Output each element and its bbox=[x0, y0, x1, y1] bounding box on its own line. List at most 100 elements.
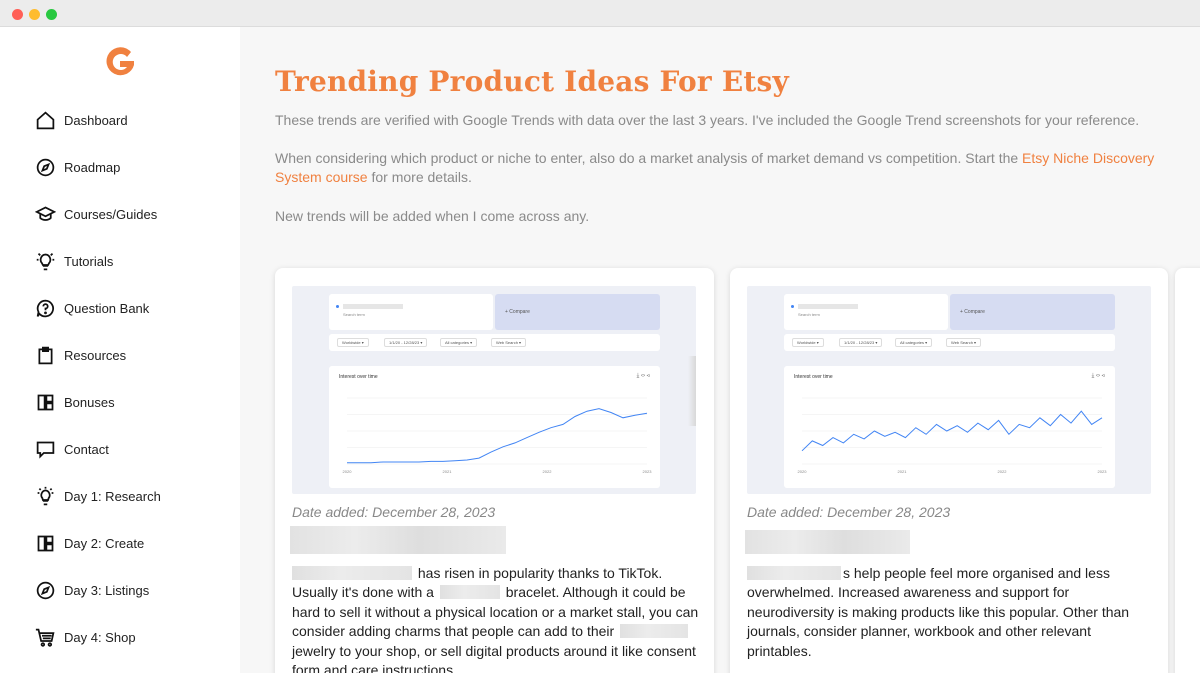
lightbulb-icon bbox=[34, 250, 56, 272]
sidebar-item-label: Day 1: Research bbox=[64, 488, 161, 504]
compass-icon bbox=[34, 579, 56, 601]
intro-paragraph: When considering which product or niche … bbox=[275, 149, 1175, 187]
window-titlebar bbox=[0, 0, 1200, 27]
intro-paragraph: These trends are verified with Google Tr… bbox=[275, 112, 1140, 128]
x-tick-label: 2021 bbox=[443, 469, 453, 474]
redacted-term bbox=[439, 585, 500, 600]
date-added: Date added: December 28, 2023 bbox=[292, 504, 496, 520]
x-tick-label: 2023 bbox=[1098, 469, 1108, 474]
sidebar-item-day-3-listings[interactable]: Day 3: Listings bbox=[34, 578, 224, 602]
trends-search-box: Search term bbox=[784, 294, 948, 330]
sidebar-item-question-bank[interactable]: Question Bank bbox=[34, 296, 224, 320]
x-tick-label: 2021 bbox=[898, 469, 908, 474]
sidebar-item-label: Contact bbox=[64, 441, 109, 457]
search-term-placeholder: Search term bbox=[798, 312, 820, 317]
trends-search-box: Search term bbox=[329, 294, 493, 330]
search-term-dot-icon bbox=[336, 305, 339, 308]
screenshot-edge bbox=[688, 356, 696, 426]
sidebar-item-contact[interactable]: Contact bbox=[34, 437, 224, 461]
interest-over-time-chart: Interest over time ⤓ ‹› ⋖ 2020 2021 2022 20… bbox=[784, 366, 1115, 488]
cart-icon bbox=[34, 626, 56, 648]
sidebar-item-courses-guides[interactable]: Courses/Guides bbox=[34, 202, 224, 226]
x-tick-label: 2023 bbox=[643, 469, 653, 474]
redacted-term bbox=[747, 566, 841, 580]
layout-icon bbox=[34, 532, 56, 554]
filter-chip: 1/1/20 - 12/28/23 ▾ bbox=[384, 338, 428, 347]
trend-line-chart: 2020 2021 2022 2023 bbox=[798, 397, 1108, 474]
compare-label: + Compare bbox=[505, 309, 530, 315]
trend-card: Search term + Compare Worldwide ▾ 1/1/20… bbox=[730, 268, 1168, 673]
redacted-product-title bbox=[745, 530, 910, 554]
maximize-window-button[interactable] bbox=[46, 9, 57, 20]
sidebar-item-day-2-create[interactable]: Day 2: Create bbox=[34, 531, 224, 555]
sidebar-item-label: Day 3: Listings bbox=[64, 582, 150, 598]
sidebar-item-label: Day 2: Create bbox=[64, 535, 145, 551]
g-logo-icon[interactable] bbox=[100, 43, 140, 83]
layout-icon bbox=[34, 391, 56, 413]
close-window-button[interactable] bbox=[12, 9, 23, 20]
filter-chip: Web Search ▾ bbox=[491, 338, 527, 347]
search-term-placeholder: Search term bbox=[343, 312, 365, 317]
card-description: s help people feel more organised and le… bbox=[747, 564, 1157, 661]
sidebar-item-roadmap[interactable]: Roadmap bbox=[34, 155, 224, 179]
x-tick-label: 2020 bbox=[798, 469, 808, 474]
sidebar-item-label: Day 4: Shop bbox=[64, 629, 136, 645]
graduation-cap-icon bbox=[34, 203, 56, 225]
sidebar-item-dashboard[interactable]: Dashboard bbox=[34, 108, 224, 132]
trends-filter-bar: Worldwide ▾ 1/1/20 - 12/28/23 ▾ All cate… bbox=[329, 334, 660, 351]
search-term-dot-icon bbox=[791, 305, 794, 308]
compare-label: + Compare bbox=[960, 309, 985, 315]
redacted-search-term bbox=[343, 304, 403, 309]
trend-line-chart: 2020 2021 2022 2023 bbox=[343, 397, 653, 474]
card-description: has risen in popularity thanks to TikTok… bbox=[292, 564, 702, 673]
sidebar-item-label: Resources bbox=[64, 347, 127, 363]
clipboard-icon bbox=[34, 344, 56, 366]
sidebar-item-label: Bonuses bbox=[64, 394, 115, 410]
redacted-product-title bbox=[290, 526, 506, 554]
intro-text: for more details. bbox=[367, 169, 472, 185]
sidebar-item-label: Tutorials bbox=[64, 253, 114, 269]
lightbulb-head-icon bbox=[34, 485, 56, 507]
google-trends-screenshot: Search term + Compare Worldwide ▾ 1/1/20… bbox=[292, 286, 696, 494]
x-tick-label: 2022 bbox=[543, 469, 553, 474]
x-tick-label: 2020 bbox=[343, 469, 353, 474]
sidebar-item-label: Roadmap bbox=[64, 159, 121, 175]
sidebar: Dashboard Roadmap Courses/Guides Tutoria… bbox=[0, 27, 240, 673]
sidebar-item-label: Dashboard bbox=[64, 112, 128, 128]
trends-compare-box: + Compare bbox=[495, 294, 660, 330]
intro-paragraph: New trends will be added when I come acr… bbox=[275, 208, 590, 224]
question-icon bbox=[34, 297, 56, 319]
filter-chip: All categories ▾ bbox=[895, 338, 933, 347]
date-added: Date added: December 28, 2023 bbox=[747, 504, 951, 520]
home-icon bbox=[34, 109, 56, 131]
trend-card: Search term + Compare Worldwide ▾ 1/1/20… bbox=[275, 268, 714, 673]
google-trends-screenshot: Search term + Compare Worldwide ▾ 1/1/20… bbox=[747, 286, 1151, 494]
trends-filter-bar: Worldwide ▾ 1/1/20 - 12/28/23 ▾ All cate… bbox=[784, 334, 1115, 351]
page-title: Trending Product Ideas For Etsy bbox=[275, 65, 789, 98]
compass-icon bbox=[34, 156, 56, 178]
trends-compare-box: + Compare bbox=[950, 294, 1115, 330]
main-content: Trending Product Ideas For Etsy These tr… bbox=[240, 27, 1200, 673]
sidebar-item-day-1-research[interactable]: Day 1: Research bbox=[34, 484, 224, 508]
redacted-search-term bbox=[798, 304, 858, 309]
sidebar-item-label: Question Bank bbox=[64, 300, 150, 316]
desc-text: jewelry to your shop, or sell digital pr… bbox=[292, 642, 696, 673]
sidebar-item-resources[interactable]: Resources bbox=[34, 343, 224, 367]
chat-icon bbox=[34, 438, 56, 460]
filter-chip: Web Search ▾ bbox=[946, 338, 982, 347]
interest-over-time-chart: Interest over time ⤓ ‹› ⋖ 2020 2021 2022 20… bbox=[329, 366, 660, 488]
filter-chip: Worldwide ▾ bbox=[792, 338, 824, 347]
filter-chip: All categories ▾ bbox=[440, 338, 478, 347]
redacted-term bbox=[292, 566, 412, 580]
next-card-partial bbox=[1175, 268, 1200, 673]
x-tick-label: 2022 bbox=[998, 469, 1008, 474]
filter-chip: 1/1/20 - 12/28/23 ▾ bbox=[839, 338, 883, 347]
minimize-window-button[interactable] bbox=[29, 9, 40, 20]
sidebar-item-bonuses[interactable]: Bonuses bbox=[34, 390, 224, 414]
sidebar-item-day-4-shop[interactable]: Day 4: Shop bbox=[34, 625, 224, 649]
redacted-term bbox=[620, 624, 689, 639]
trend-series-line bbox=[347, 408, 648, 464]
filter-chip: Worldwide ▾ bbox=[337, 338, 369, 347]
sidebar-item-tutorials[interactable]: Tutorials bbox=[34, 249, 224, 273]
sidebar-item-label: Courses/Guides bbox=[64, 206, 158, 222]
